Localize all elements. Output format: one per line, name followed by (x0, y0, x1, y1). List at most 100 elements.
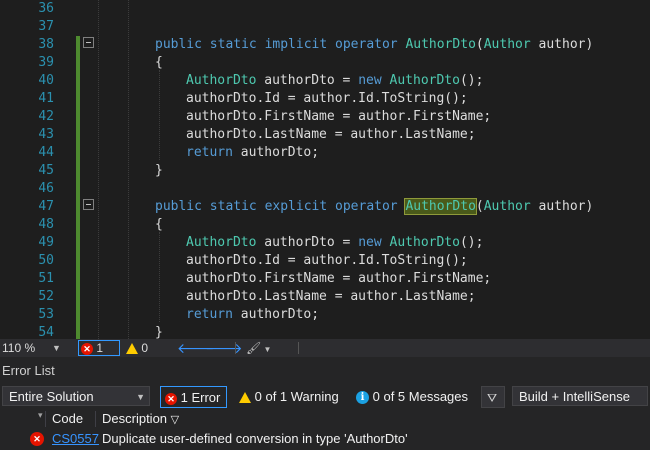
chevron-down-icon: ▼ (136, 392, 145, 402)
code-line[interactable]: 48 { (0, 216, 650, 234)
code-line[interactable]: 49 AuthorDto authorDto = new AuthorDto(); (0, 234, 650, 252)
code-text: } (155, 163, 163, 178)
code-editor[interactable]: 36 37 38 public static implicit operator Au… (0, 0, 650, 339)
code-line[interactable]: 46 (0, 180, 650, 198)
line-number: 50 (38, 253, 54, 268)
error-description: Duplicate user-defined conversion in typ… (102, 431, 408, 446)
code-text: AuthorDto authorDto = new AuthorDto(); (186, 235, 484, 250)
code-line[interactable]: 51 authorDto.FirstName = author.FirstName… (0, 270, 650, 288)
errors-filter-button[interactable]: ✕ 1 Error (160, 386, 227, 408)
warning-count-button[interactable]: 0 (126, 339, 156, 357)
line-number: 38 (38, 37, 54, 52)
code-text: public static implicit operator AuthorDt… (155, 37, 594, 52)
code-text: } (155, 325, 163, 339)
sort-indicator-icon: ▾ (38, 410, 43, 420)
code-line[interactable]: 52 authorDto.LastName = author.LastName; (0, 288, 650, 306)
code-line[interactable]: 39 { (0, 54, 650, 72)
error-icon: ✕ (165, 392, 177, 405)
column-header-description-label: Description (102, 411, 168, 426)
code-line[interactable]: 38 public static implicit operator Author… (0, 36, 650, 54)
code-text: authorDto.Id = author.Id.ToString(); (186, 91, 468, 106)
code-text: authorDto.LastName = author.LastName; (186, 289, 476, 304)
warnings-filter-button[interactable]: 0 of 1 Warning (235, 386, 345, 408)
filter-glyph-icon: ⛛ (487, 391, 498, 405)
code-line[interactable]: 43 authorDto.LastName = author.LastName; (0, 126, 650, 144)
code-text: return authorDto; (186, 145, 320, 160)
editor-status-strip: 110 % ▼ ✕ 1 0 🡐 🡒 🖌 ▼ (0, 339, 650, 357)
code-line[interactable]: 45} (0, 162, 650, 180)
code-text: public static explicit operator AuthorDt… (155, 198, 594, 215)
line-number: 37 (38, 19, 54, 34)
code-line[interactable]: 44 return authorDto; (0, 144, 650, 162)
column-separator (45, 411, 46, 427)
separator (235, 342, 236, 354)
messages-filter-label: 0 of 5 Messages (372, 389, 469, 404)
line-number: 52 (38, 289, 54, 304)
warning-count: 0 (141, 341, 149, 355)
code-text: { (155, 217, 163, 232)
line-number: 45 (38, 163, 54, 178)
error-count-button[interactable]: ✕ 1 (78, 340, 120, 356)
code-line[interactable]: 53 return authorDto; (0, 306, 650, 324)
code-line[interactable]: 41 authorDto.Id = author.Id.ToString(); (0, 90, 650, 108)
source-dropdown[interactable]: Build + IntelliSense (512, 386, 648, 406)
line-number: 54 (38, 325, 54, 339)
line-number: 49 (38, 235, 54, 250)
line-number: 40 (38, 73, 54, 88)
code-line[interactable]: 47 public static explicit operator Author… (0, 198, 650, 216)
filter-icon[interactable]: ⛛ (481, 386, 505, 408)
error-list-header: ▾ Code Description ▽ (0, 409, 650, 429)
line-number: 39 (38, 55, 54, 70)
chevron-down-icon: ▼ (52, 343, 61, 353)
column-separator (95, 411, 96, 427)
zoom-dropdown[interactable]: 110 % ▼ (2, 339, 68, 357)
code-line[interactable]: 36 (0, 0, 650, 18)
code-line[interactable]: 54} (0, 324, 650, 339)
code-text: authorDto.LastName = author.LastName; (186, 127, 476, 142)
brush-icon[interactable]: 🖌 ▼ (246, 339, 271, 357)
code-text: return authorDto; (186, 307, 320, 322)
error-row[interactable]: ✕ CS0557 Duplicate user-defined conversi… (0, 429, 650, 449)
source-selected: Build + IntelliSense (519, 389, 630, 404)
warnings-filter-label: 0 of 1 Warning (254, 389, 339, 404)
column-header-description[interactable]: Description ▽ (102, 411, 179, 426)
code-text: authorDto.FirstName = author.FirstName; (186, 109, 492, 124)
code-text: authorDto.Id = author.Id.ToString(); (186, 253, 468, 268)
messages-filter-button[interactable]: i 0 of 5 Messages (352, 386, 474, 408)
error-list-panel: Error List Entire Solution ▼ ✕ 1 Error 0… (0, 357, 650, 450)
errors-filter-label: 1 Error (180, 390, 221, 405)
line-number: 43 (38, 127, 54, 142)
scope-selected: Entire Solution (9, 389, 94, 404)
line-number: 42 (38, 109, 54, 124)
error-code-link[interactable]: CS0557 (52, 431, 99, 446)
line-number: 53 (38, 307, 54, 322)
filter-down-icon: ▽ (170, 414, 180, 426)
line-number: 46 (38, 181, 54, 196)
code-text: { (155, 55, 163, 70)
error-icon: ✕ (30, 432, 44, 446)
code-line[interactable]: 37 (0, 18, 650, 36)
code-line[interactable]: 42 authorDto.FirstName = author.FirstName… (0, 108, 650, 126)
scope-dropdown[interactable]: Entire Solution ▼ (2, 386, 150, 406)
code-text: AuthorDto authorDto = new AuthorDto(); (186, 73, 484, 88)
panel-title: Error List (2, 363, 55, 378)
code-line[interactable]: 40 AuthorDto authorDto = new AuthorDto(); (0, 72, 650, 90)
column-header-code[interactable]: Code (52, 411, 83, 426)
separator (298, 342, 299, 354)
warning-icon (126, 343, 138, 355)
error-list-toolbar: Entire Solution ▼ ✕ 1 Error 0 of 1 Warni… (0, 383, 650, 411)
navigate-forward-icon[interactable]: 🡒 (205, 339, 243, 357)
line-number: 51 (38, 271, 54, 286)
code-line[interactable]: 50 authorDto.Id = author.Id.ToString(); (0, 252, 650, 270)
line-number: 41 (38, 91, 54, 106)
error-count: 1 (96, 341, 104, 355)
line-number: 48 (38, 217, 54, 232)
chevron-down-icon: ▼ (261, 345, 272, 354)
info-icon: i (356, 391, 369, 405)
error-icon: ✕ (81, 342, 93, 355)
code-text: authorDto.FirstName = author.FirstName; (186, 271, 492, 286)
warning-icon (239, 392, 251, 404)
line-number: 44 (38, 145, 54, 160)
line-number: 47 (38, 199, 54, 214)
zoom-level: 110 % (2, 341, 36, 355)
